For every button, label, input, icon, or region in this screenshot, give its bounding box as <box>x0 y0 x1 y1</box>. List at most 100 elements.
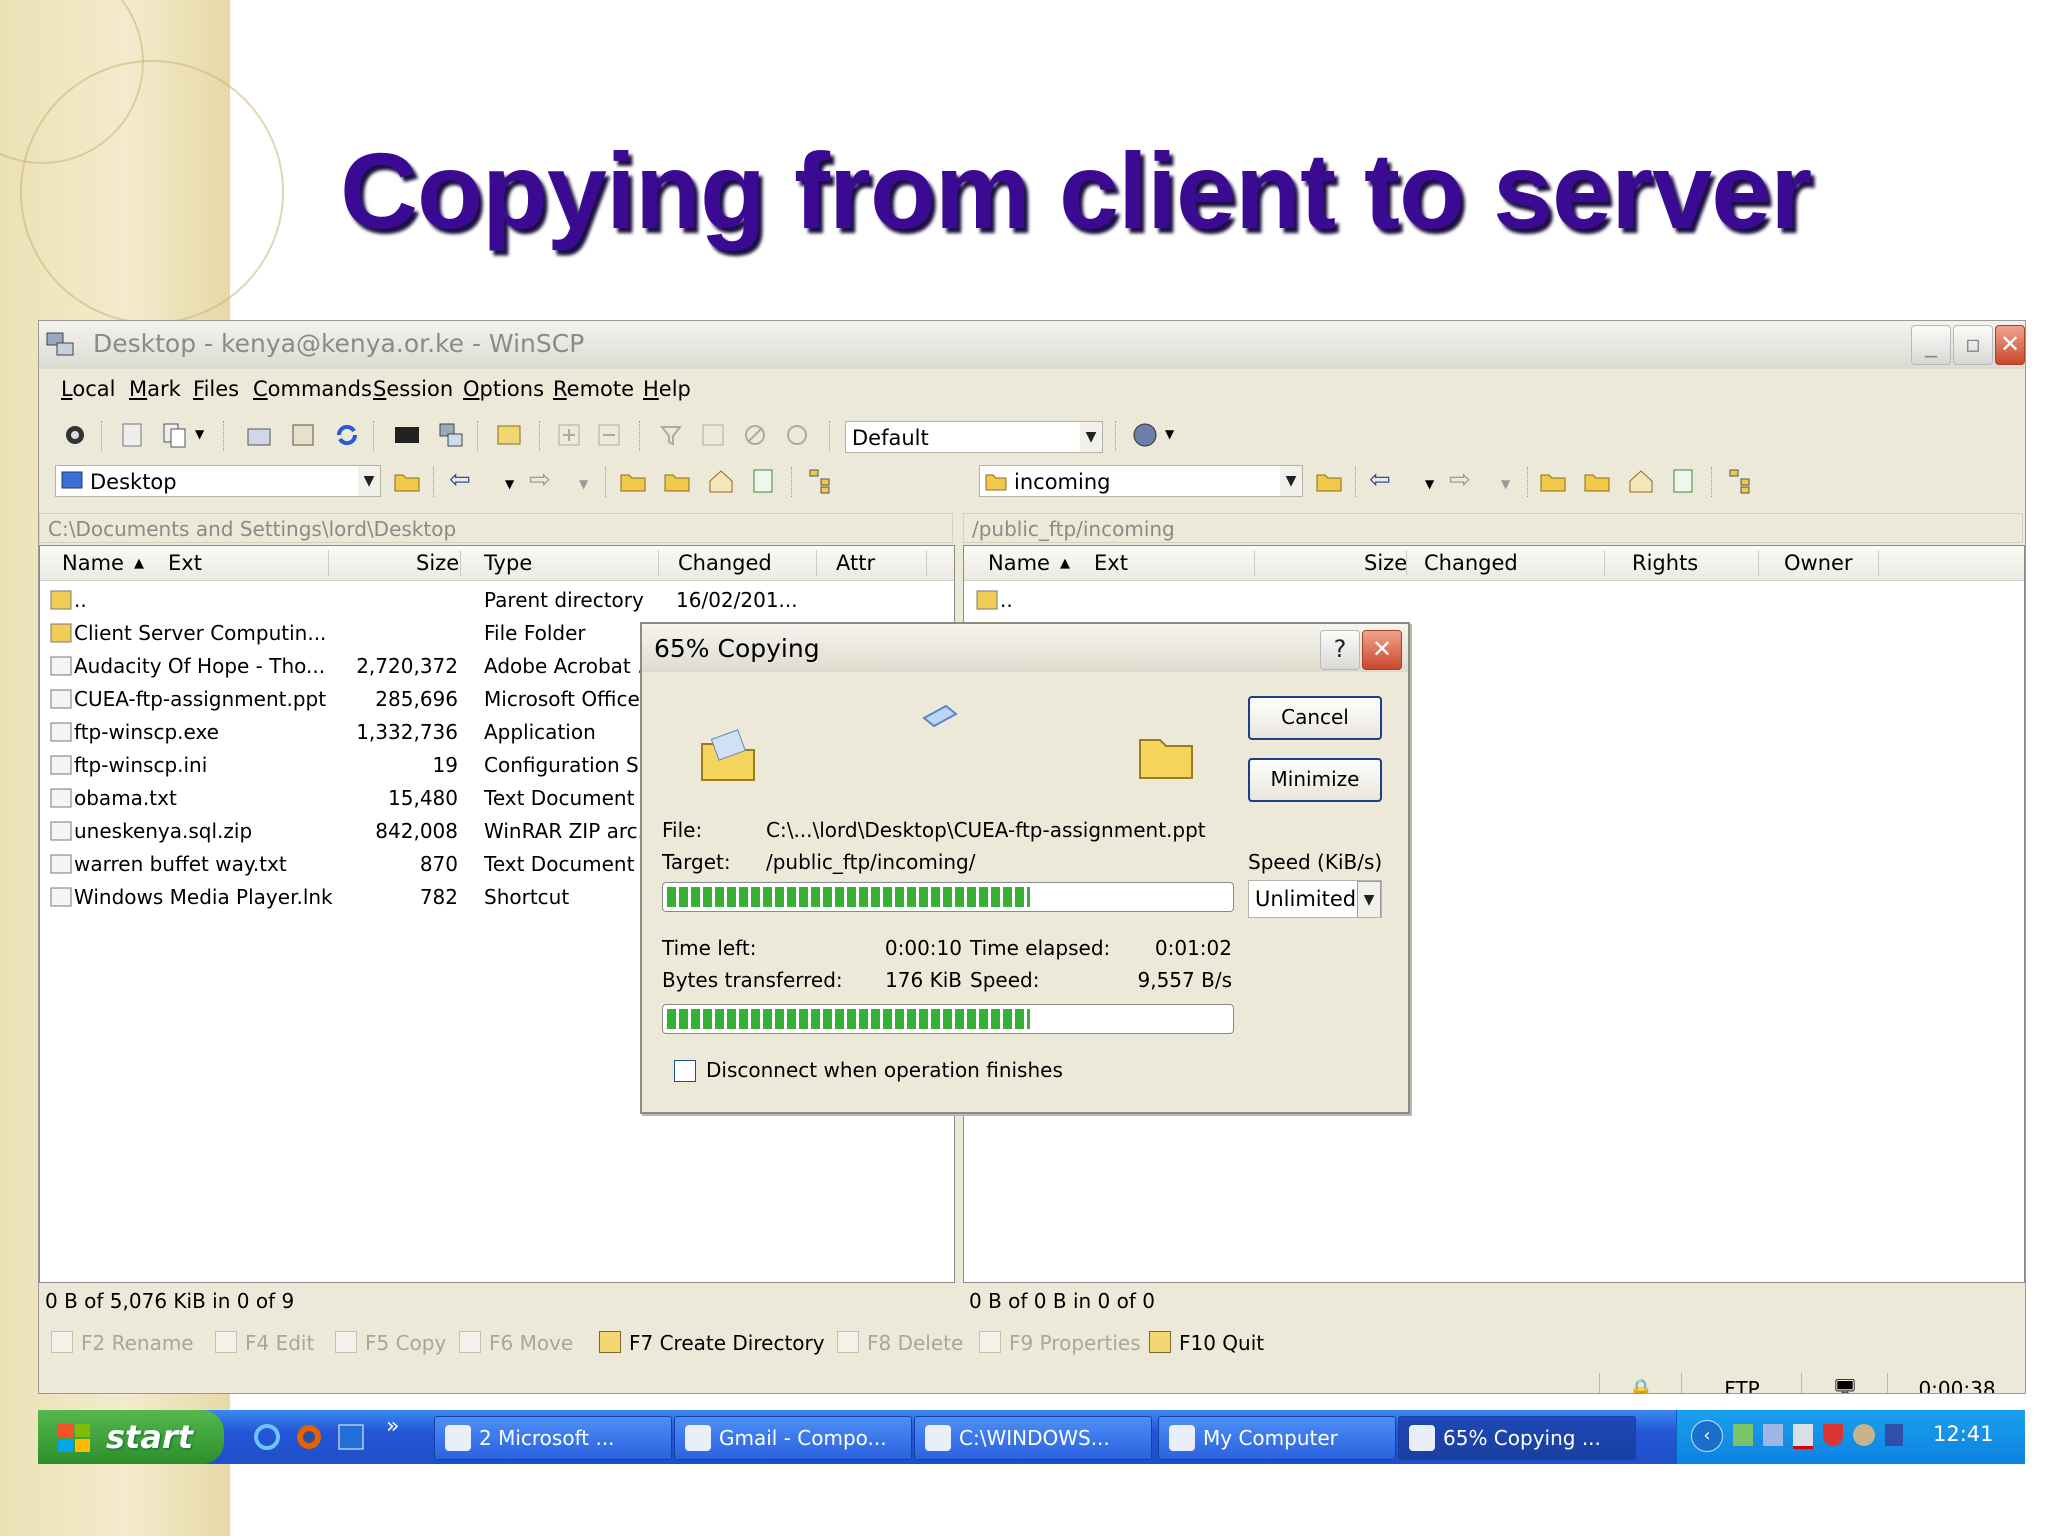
column-owner[interactable]: Owner <box>1784 551 1853 575</box>
minimize-button[interactable]: Minimize <box>1248 758 1382 802</box>
close-dialog-button[interactable]: ✕ <box>1362 630 1402 670</box>
globe-icon[interactable] <box>1131 421 1159 449</box>
column-size[interactable]: Size <box>416 551 459 575</box>
fkey-f5[interactable]: F5 Copy <box>335 1331 446 1355</box>
dropdown-arrow-icon[interactable]: ▼ <box>579 477 588 491</box>
tree-view-icon[interactable] <box>1727 467 1755 495</box>
start-button[interactable]: start <box>38 1410 224 1464</box>
tray-volume-icon[interactable] <box>1885 1424 1903 1446</box>
menu-session[interactable]: Session <box>373 377 453 401</box>
local-path[interactable]: C:\Documents and Settings\lord\Desktop <box>39 513 953 543</box>
back-arrow-icon[interactable]: ⇦ <box>1369 465 1391 495</box>
filter-icon[interactable] <box>657 421 685 449</box>
clear-icon[interactable] <box>741 421 769 449</box>
forward-arrow-icon[interactable]: ⇨ <box>1449 465 1471 495</box>
dropdown-arrow-icon[interactable]: ▼ <box>195 427 204 441</box>
root-directory-icon[interactable] <box>1583 467 1611 495</box>
menu-remote[interactable]: Remote <box>553 377 634 401</box>
fkey-f7[interactable]: F7 Create Directory <box>599 1331 825 1355</box>
select-files-icon[interactable] <box>555 421 583 449</box>
synchronize-icon[interactable] <box>245 421 273 449</box>
back-arrow-icon[interactable]: ⇦ <box>449 465 471 495</box>
putty-icon[interactable] <box>437 421 465 449</box>
remote-location-select[interactable]: incoming ▼ <box>979 465 1303 497</box>
unselect-files-icon[interactable] <box>595 421 623 449</box>
sort-icon[interactable] <box>699 421 727 449</box>
fkey-f2[interactable]: F2 Rename <box>51 1331 194 1355</box>
reload-icon[interactable] <box>783 421 811 449</box>
firefox-icon[interactable] <box>294 1422 324 1452</box>
column-size[interactable]: Size <box>1364 551 1407 575</box>
speed-limit-select[interactable]: Unlimited ▼ <box>1248 880 1382 918</box>
open-folder-icon[interactable] <box>1315 467 1343 495</box>
more-quicklaunch-icon[interactable]: » <box>386 1414 399 1439</box>
menu-options[interactable]: Options <box>463 377 544 401</box>
column-type[interactable]: Type <box>484 551 532 575</box>
column-name[interactable]: Name <box>62 551 124 575</box>
taskbar-item[interactable]: 65% Copying ... <box>1398 1416 1636 1460</box>
dialog-titlebar[interactable]: 65% Copying ? ✕ <box>642 624 1408 672</box>
root-directory-icon[interactable] <box>663 467 691 495</box>
remote-file-row[interactable]: .. <box>964 584 2024 617</box>
tray-expand-icon[interactable]: ‹ <box>1691 1420 1723 1452</box>
tray-security-shield-icon[interactable] <box>1823 1424 1843 1446</box>
tray-connection-icon[interactable] <box>1763 1424 1783 1446</box>
dropdown-arrow-icon[interactable]: ▼ <box>505 477 514 491</box>
menu-mark[interactable]: Mark <box>129 377 181 401</box>
taskbar-item[interactable]: 2 Microsoft ... <box>434 1416 672 1460</box>
taskbar-item[interactable]: My Computer <box>1158 1416 1396 1460</box>
fkey-f10[interactable]: F10 Quit <box>1149 1331 1264 1355</box>
tray-disconnected-icon[interactable] <box>1793 1424 1813 1449</box>
parent-directory-icon[interactable] <box>1539 467 1567 495</box>
tray-app-icon[interactable] <box>1853 1424 1875 1446</box>
refresh-icon[interactable] <box>749 467 777 495</box>
home-icon[interactable] <box>1627 467 1655 495</box>
help-button[interactable]: ? <box>1320 630 1360 670</box>
refresh-icon[interactable] <box>333 421 361 449</box>
dropdown-arrow-icon[interactable]: ▼ <box>1165 427 1174 441</box>
queue-icon[interactable] <box>289 421 317 449</box>
synchronize-browsing-icon[interactable] <box>161 421 189 449</box>
minimize-window-button[interactable]: _ <box>1911 325 1951 365</box>
column-name[interactable]: Name <box>988 551 1050 575</box>
tray-network-icon[interactable] <box>1733 1424 1753 1446</box>
menu-commands[interactable]: Commands <box>253 377 372 401</box>
open-folder-icon[interactable] <box>393 467 421 495</box>
column-changed[interactable]: Changed <box>1424 551 1518 575</box>
forward-arrow-icon[interactable]: ⇨ <box>529 465 551 495</box>
close-window-button[interactable]: ✕ <box>1995 325 2025 365</box>
remote-path[interactable]: /public_ftp/incoming <box>963 513 2023 543</box>
disconnect-checkbox[interactable] <box>674 1060 696 1082</box>
cancel-button[interactable]: Cancel <box>1248 696 1382 740</box>
column-attr[interactable]: Attr <box>836 551 875 575</box>
dropdown-arrow-icon[interactable]: ▼ <box>1501 477 1510 491</box>
window-titlebar[interactable]: Desktop - kenya@kenya.or.ke - WinSCP _ ▫… <box>39 321 2025 369</box>
taskbar-item[interactable]: C:\WINDOWS... <box>914 1416 1152 1460</box>
internet-explorer-icon[interactable] <box>252 1422 282 1452</box>
column-changed[interactable]: Changed <box>678 551 772 575</box>
menu-help[interactable]: Help <box>643 377 691 401</box>
refresh-icon[interactable] <box>1669 467 1697 495</box>
compare-directories-icon[interactable] <box>119 421 147 449</box>
fkey-f9[interactable]: F9 Properties <box>979 1331 1141 1355</box>
fkey-f4[interactable]: F4 Edit <box>215 1331 314 1355</box>
column-ext[interactable]: Ext <box>168 551 202 575</box>
column-ext[interactable]: Ext <box>1094 551 1128 575</box>
local-location-select[interactable]: Desktop ▼ <box>55 465 381 497</box>
dropdown-arrow-icon[interactable]: ▼ <box>1425 477 1434 491</box>
preferences-gear-icon[interactable] <box>61 421 89 449</box>
terminal-icon[interactable] <box>393 421 421 449</box>
taskbar-item[interactable]: Gmail - Compo... <box>674 1416 912 1460</box>
hp-icon[interactable] <box>336 1422 366 1452</box>
transfer-preset-select[interactable]: Default ▼ <box>845 421 1103 453</box>
column-rights[interactable]: Rights <box>1632 551 1698 575</box>
menu-files[interactable]: Files <box>193 377 239 401</box>
home-icon[interactable] <box>707 467 735 495</box>
parent-directory-icon[interactable] <box>619 467 647 495</box>
restore-window-button[interactable]: ▫ <box>1953 325 1993 365</box>
fkey-f6[interactable]: F6 Move <box>459 1331 573 1355</box>
tree-view-icon[interactable] <box>807 467 835 495</box>
local-file-row[interactable]: .. Parent directory 16/02/201... <box>40 584 954 617</box>
menu-local[interactable]: Local <box>61 377 115 401</box>
transfer-settings-icon[interactable] <box>495 421 523 449</box>
